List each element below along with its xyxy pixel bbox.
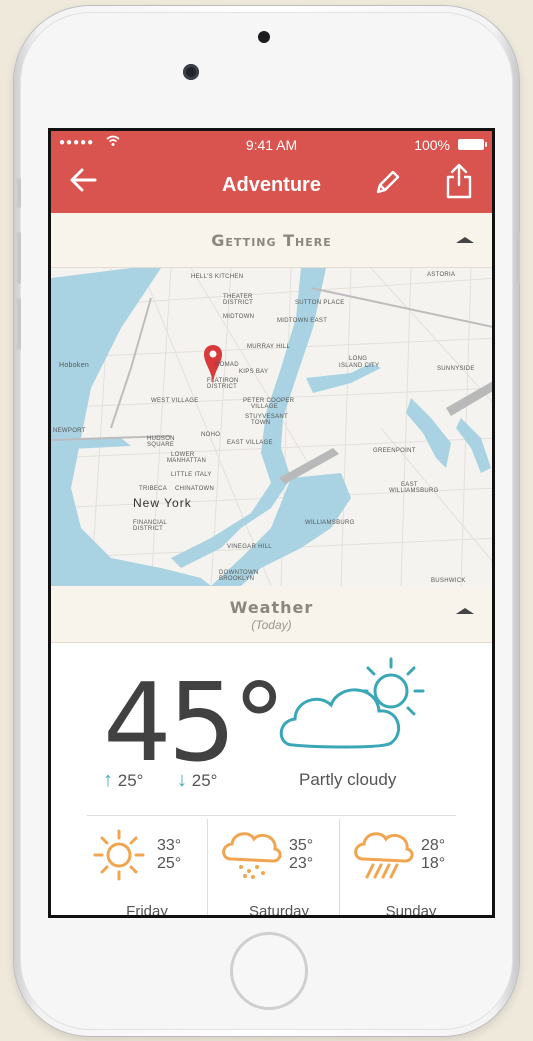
- current-temperature: 45°: [103, 661, 286, 786]
- collapse-caret-icon[interactable]: [456, 608, 474, 614]
- forecast-low: 18°: [421, 855, 446, 872]
- high-temp: ↑ 25°: [103, 769, 144, 791]
- header: ●●●●● 9:41 AM 100% Adventure: [51, 131, 492, 213]
- forecast-day-name: Saturday: [248, 903, 310, 918]
- status-bar: ●●●●● 9:41 AM 100%: [51, 135, 492, 153]
- forecast-day-sunday[interactable]: 28° 18° Sunday: [345, 819, 477, 915]
- snow-cloud-icon: [219, 829, 285, 886]
- weather-title: Weather: [229, 598, 314, 617]
- getting-there-header[interactable]: Getting There: [51, 213, 492, 268]
- page-title: Adventure: [222, 174, 321, 196]
- app-screen: ●●●●● 9:41 AM 100% Adventure Getting The…: [48, 128, 495, 918]
- low-temp: ↓ 25°: [177, 769, 218, 791]
- front-camera: [183, 64, 199, 80]
- weather-panel: 45° ↑ 25° ↓ 25° Partly cloudy 33° 25° Fr…: [51, 643, 492, 915]
- getting-there-title: Getting There: [211, 231, 332, 250]
- earpiece-speaker: [258, 31, 270, 43]
- rain-cloud-icon: [351, 829, 417, 886]
- home-button[interactable]: [230, 932, 308, 1010]
- arrow-up-icon: ↑: [103, 769, 113, 791]
- battery-icon: [458, 139, 487, 150]
- forecast-high: 33°: [157, 837, 182, 854]
- forecast-divider: [87, 815, 456, 816]
- power-button: [516, 232, 520, 284]
- condition-text: Partly cloudy: [299, 770, 397, 789]
- forecast-day-name: Friday: [126, 903, 168, 918]
- map-canvas: [51, 268, 492, 586]
- forecast-low: 23°: [289, 855, 314, 872]
- nav-bar: Adventure: [51, 163, 492, 207]
- arrow-down-icon: ↓: [177, 769, 187, 791]
- battery-percent: 100%: [414, 137, 450, 153]
- weather-header[interactable]: Weather (Today): [51, 586, 492, 643]
- collapse-caret-icon[interactable]: [456, 237, 474, 243]
- sun-icon: [91, 827, 147, 888]
- forecast-day-friday[interactable]: 33° 25° Friday: [81, 819, 213, 915]
- forecast-day-name: Sunday: [385, 903, 437, 918]
- forecast-high: 28°: [421, 837, 446, 854]
- weather-subtitle: (Today): [251, 618, 292, 632]
- edit-pencil-icon[interactable]: [373, 169, 401, 202]
- forecast-day-saturday[interactable]: 35° 23° Saturday: [213, 819, 345, 915]
- forecast-high: 35°: [289, 837, 314, 854]
- map-view[interactable]: HELL'S KITCHEN THEATER DISTRICT SUTTON P…: [51, 268, 492, 586]
- volume-up-button: [17, 232, 21, 284]
- share-icon[interactable]: [445, 163, 473, 204]
- partly-cloudy-icon: [273, 653, 443, 768]
- forecast-low: 25°: [157, 855, 182, 872]
- volume-down-button: [17, 298, 21, 350]
- mute-switch: [17, 178, 21, 208]
